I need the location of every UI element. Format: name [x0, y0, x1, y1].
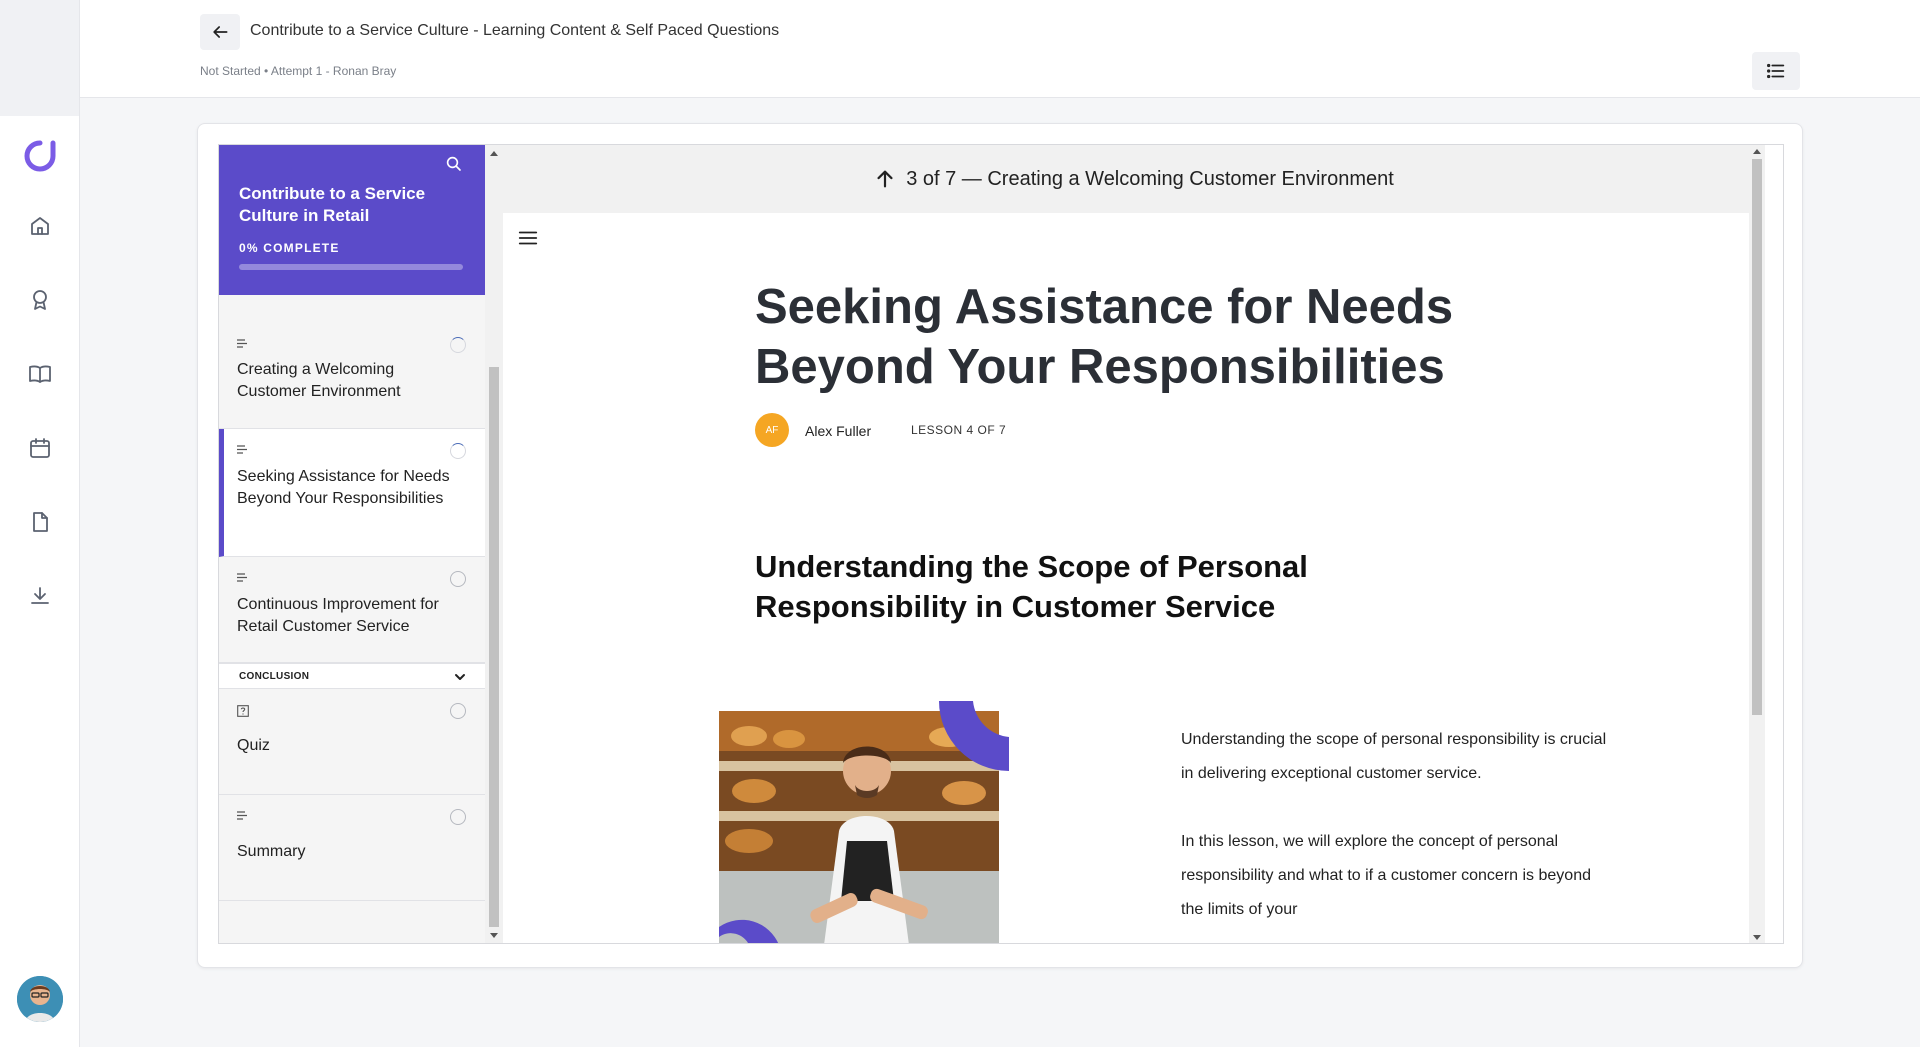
attempt-status: Not Started • Attempt 1 - Ronan Bray — [200, 64, 397, 78]
arrow-left-icon — [213, 26, 228, 38]
section-heading: Understanding the Scope of Personal Resp… — [755, 549, 1308, 624]
text-lesson-icon — [237, 573, 247, 582]
quiz-icon — [237, 705, 249, 717]
author-name: Alex Fuller — [805, 423, 872, 439]
content-scroll-thumb[interactable] — [1752, 159, 1762, 715]
nav-top-blank — [0, 0, 79, 116]
back-button[interactable] — [200, 14, 240, 50]
text-lesson-icon — [237, 445, 247, 454]
lesson-title: Seeking Assistance for Needs Beyond Your… — [755, 280, 1454, 394]
paragraph: Understanding the scope of personal resp… — [1181, 731, 1607, 782]
sidebar-scroll-thumb[interactable] — [489, 367, 499, 927]
not-started-status-icon — [450, 703, 466, 719]
content-scrollbar[interactable] — [1749, 145, 1765, 943]
course-progress-label: 0% COMPLETE — [239, 241, 340, 255]
previous-lesson-label: 3 of 7 — Creating a Welcoming Customer E… — [906, 167, 1394, 190]
paragraph: In this lesson, we will explore the conc… — [1181, 833, 1591, 918]
scroll-down-arrow[interactable] — [1753, 935, 1761, 940]
lesson-item[interactable]: Creating a Welcoming Customer Environmen… — [219, 323, 485, 429]
course-header-title: Contribute to a Service Culture - Learni… — [250, 22, 780, 39]
scroll-down-arrow[interactable] — [490, 933, 498, 938]
hamburger-menu-icon[interactable] — [517, 227, 541, 251]
lesson-label: Continuous Improvement for Retail Custom… — [237, 596, 439, 635]
arrow-up-icon — [874, 168, 896, 190]
table-of-contents-button[interactable] — [1752, 52, 1800, 90]
previous-lesson-bar[interactable]: 3 of 7 — Creating a Welcoming Customer E… — [503, 145, 1765, 213]
page-header: Contribute to a Service Culture - Learni… — [80, 0, 1920, 98]
scroll-up-arrow[interactable] — [1753, 149, 1761, 154]
file-icon[interactable] — [26, 508, 54, 536]
search-icon[interactable] — [445, 155, 469, 179]
not-started-status-icon — [450, 571, 466, 587]
award-icon[interactable] — [26, 286, 54, 314]
lesson-body: Understanding the scope of personal resp… — [1181, 723, 1613, 943]
course-header: Contribute to a Service Culture in Retai… — [219, 145, 485, 295]
calendar-icon[interactable] — [26, 434, 54, 462]
course-frame: Contribute to a Service Culture in Retai… — [218, 144, 1784, 944]
scroll-up-arrow[interactable] — [490, 151, 498, 156]
course-player-card: Contribute to a Service Culture in Retai… — [197, 123, 1803, 968]
lesson-label: Summary — [237, 843, 306, 860]
chevron-down-icon — [455, 674, 465, 680]
left-nav-rail — [0, 0, 80, 1047]
section-label: CONCLUSION — [239, 671, 310, 682]
lesson-item-active[interactable]: Seeking Assistance for Needs Beyond Your… — [219, 429, 485, 557]
course-title: Contribute to a Service Culture in Retai… — [239, 184, 426, 225]
not-started-status-icon — [450, 809, 466, 825]
lesson-sidebar: Contribute to a Service Culture in Retai… — [219, 145, 485, 943]
course-progress-bar — [239, 264, 463, 270]
author-avatar: AF — [755, 413, 789, 447]
lesson-content: 3 of 7 — Creating a Welcoming Customer E… — [503, 145, 1765, 943]
download-icon[interactable] — [26, 582, 54, 610]
lesson-label: Quiz — [237, 737, 270, 754]
book-icon[interactable] — [26, 360, 54, 388]
lesson-label: Creating a Welcoming Customer Environmen… — [237, 361, 401, 400]
list-icon — [1767, 63, 1785, 79]
home-icon[interactable] — [26, 212, 54, 240]
in-progress-status-icon — [450, 337, 466, 353]
lesson-count: LESSON 4 OF 7 — [911, 423, 1007, 437]
text-lesson-icon — [237, 811, 247, 820]
lesson-item[interactable]: Summary — [219, 795, 485, 901]
lesson-item[interactable]: Quiz — [219, 689, 485, 795]
in-progress-status-icon — [450, 443, 466, 459]
app-logo-icon[interactable] — [22, 138, 58, 174]
lesson-item[interactable]: Continuous Improvement for Retail Custom… — [219, 557, 485, 663]
user-avatar[interactable] — [17, 976, 63, 1022]
text-lesson-icon — [237, 339, 247, 348]
lesson-label: Seeking Assistance for Needs Beyond Your… — [237, 468, 450, 507]
sidebar-scrollbar[interactable] — [485, 145, 503, 943]
bakery-worker-image — [719, 701, 1009, 943]
section-conclusion[interactable]: CONCLUSION — [219, 663, 485, 689]
